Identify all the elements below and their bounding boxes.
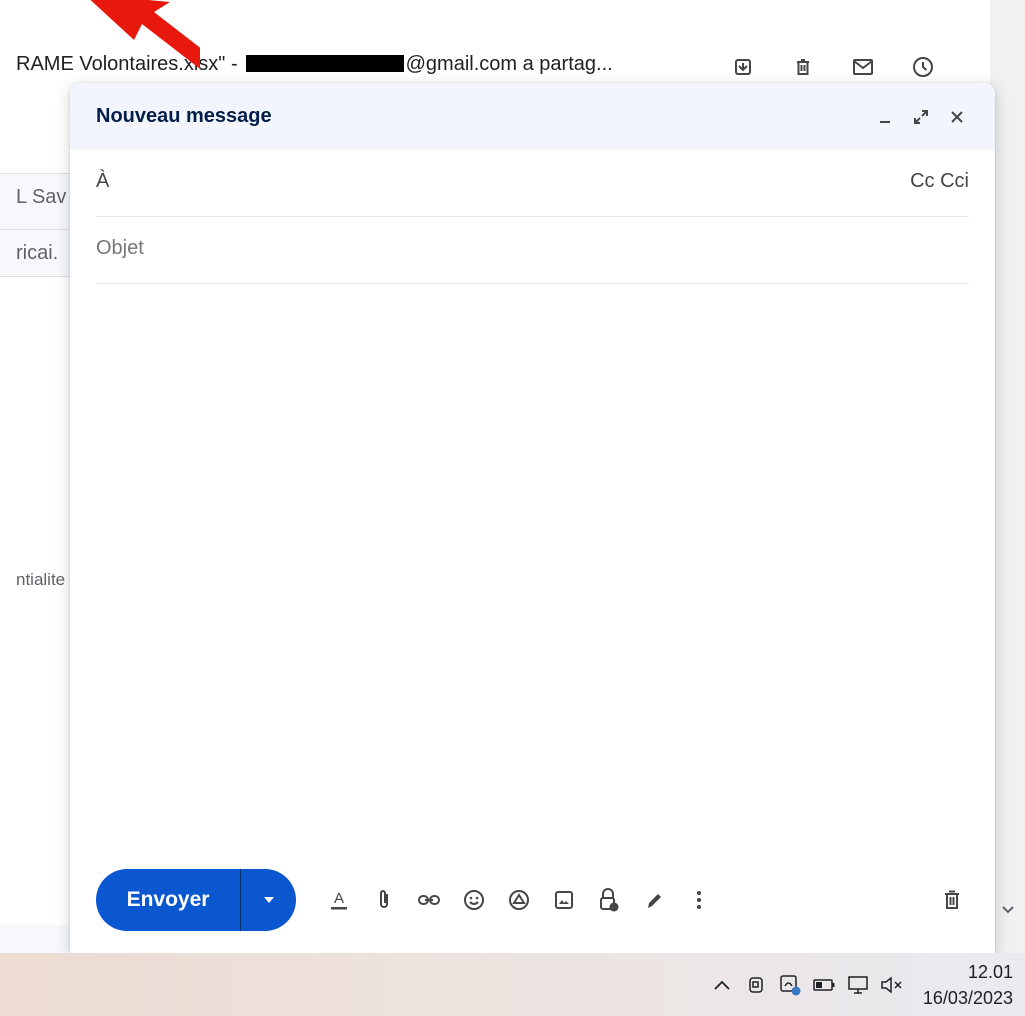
list-item[interactable]: ricai.: [0, 229, 70, 277]
mute-icon[interactable]: [879, 972, 905, 998]
background-side-text: ntialite: [16, 570, 66, 589]
discard-icon[interactable]: [935, 883, 969, 917]
attach-icon[interactable]: [367, 883, 401, 917]
taskbar: 12.01 16/03/2023: [0, 953, 1025, 1016]
system-clock[interactable]: 12.01 16/03/2023: [923, 959, 1013, 1011]
compose-toolbar: Envoyer A: [96, 869, 969, 931]
to-field[interactable]: À Cc Cci: [96, 150, 969, 217]
compose-title: Nouveau message: [96, 105, 272, 127]
emoji-icon[interactable]: [457, 883, 491, 917]
display-icon[interactable]: [845, 972, 871, 998]
expand-icon[interactable]: [909, 105, 933, 129]
system-tray: 12.01 16/03/2023: [709, 953, 1013, 1016]
compose-dialog: Nouveau message À Cc Cci Env: [70, 83, 995, 953]
mail-actions: [726, 50, 966, 84]
text-format-icon[interactable]: A: [322, 883, 356, 917]
svg-text:A: A: [334, 890, 344, 907]
send-button-group: Envoyer: [96, 869, 296, 931]
trash-icon[interactable]: [786, 50, 820, 84]
subject-field: [96, 217, 969, 284]
minimize-icon[interactable]: [873, 105, 897, 129]
redacted-email: [245, 54, 404, 72]
close-icon[interactable]: [945, 105, 969, 129]
clock-icon[interactable]: [906, 50, 940, 84]
camera-icon[interactable]: [743, 972, 769, 998]
subject-input[interactable]: [96, 236, 969, 260]
chevron-up-icon[interactable]: [709, 972, 735, 998]
more-options-icon[interactable]: [682, 883, 716, 917]
link-icon[interactable]: [412, 883, 446, 917]
battery-icon[interactable]: [811, 972, 837, 998]
mail-icon[interactable]: [846, 50, 880, 84]
compose-header-actions: [873, 105, 969, 129]
clock-date: 16/03/2023: [922, 987, 1013, 1008]
compose-header[interactable]: Nouveau message: [70, 83, 995, 150]
mail-subject-suffix: @gmail.com a partag...: [405, 53, 613, 75]
send-button[interactable]: Envoyer: [96, 869, 241, 931]
archive-icon[interactable]: [726, 50, 760, 84]
message-body[interactable]: [96, 285, 969, 863]
caret-down-icon: [263, 897, 274, 903]
clock-time: 12.01: [967, 961, 1013, 982]
red-arrow-annotation: [90, 0, 200, 69]
confidential-icon[interactable]: [592, 883, 626, 917]
drive-icon[interactable]: [502, 883, 536, 917]
photo-icon[interactable]: [547, 883, 581, 917]
list-item[interactable]: L Sav: [0, 173, 70, 229]
network-icon[interactable]: [777, 972, 803, 998]
scrollbar[interactable]: [990, 0, 1025, 953]
to-label: À: [96, 169, 110, 192]
chevron-down-icon[interactable]: [999, 900, 1017, 918]
signature-icon[interactable]: [637, 883, 671, 917]
cc-cci-link[interactable]: Cc Cci: [910, 170, 969, 193]
schedule-send-dropdown[interactable]: [241, 869, 296, 931]
formatting-tools: A: [322, 883, 727, 917]
